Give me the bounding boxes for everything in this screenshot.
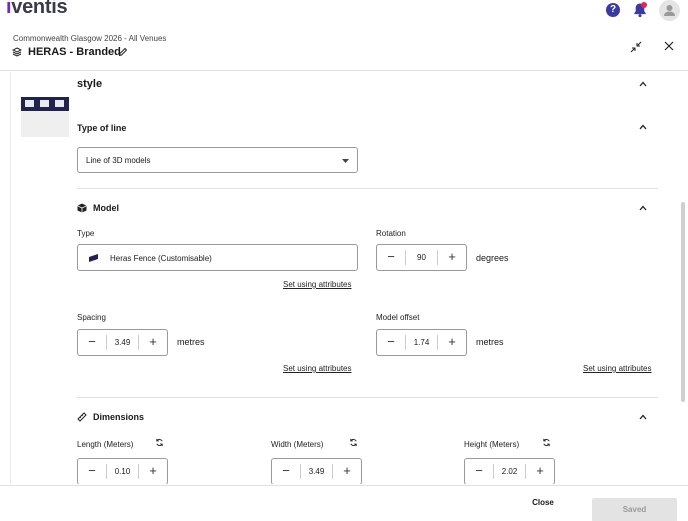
spacing-label: Spacing: [77, 313, 106, 322]
banner-logo: [25, 100, 34, 107]
close-icon[interactable]: [664, 41, 674, 51]
height-increment-button[interactable]: +: [526, 459, 554, 484]
close-button[interactable]: Close: [521, 498, 565, 507]
style-preview-thumbnail: [21, 97, 69, 137]
length-label: Length (Meters): [77, 440, 134, 449]
offset-set-using-attributes-link[interactable]: Set using attributes: [583, 364, 651, 373]
line-type-value: Line of 3D models: [86, 156, 151, 165]
collapse-arrows-icon[interactable]: [630, 41, 642, 53]
spacing-decrement-button[interactable]: −: [78, 330, 106, 355]
spacing-input[interactable]: 3.49: [106, 335, 139, 350]
style-panel: style Type of line Line of 3D models Mod…: [0, 72, 688, 484]
spacing-increment-button[interactable]: +: [139, 330, 167, 355]
cube-icon: [77, 203, 87, 213]
chevron-up-icon[interactable]: [639, 81, 647, 87]
rotation-label: Rotation: [376, 229, 406, 238]
chevron-up-icon[interactable]: [639, 205, 647, 211]
model-section-title: Model: [93, 203, 119, 213]
panel-edge: [10, 72, 11, 484]
width-stepper[interactable]: − 3.49 +: [271, 458, 362, 484]
model-offset-stepper[interactable]: − 1.74 +: [376, 329, 467, 356]
width-decrement-button[interactable]: −: [272, 459, 300, 484]
section-divider: [77, 397, 658, 398]
length-increment-button[interactable]: +: [139, 459, 167, 484]
logo-text: ventis: [11, 0, 68, 18]
rotation-increment-button[interactable]: +: [438, 245, 466, 270]
rotation-input[interactable]: 90: [405, 250, 438, 265]
user-avatar-icon[interactable]: [659, 0, 680, 21]
length-input[interactable]: 0.10: [106, 464, 139, 479]
notification-badge: [641, 2, 647, 8]
refresh-icon[interactable]: [542, 438, 551, 447]
type-set-using-attributes-link[interactable]: Set using attributes: [283, 280, 351, 289]
saved-button[interactable]: Saved: [592, 498, 677, 521]
breadcrumb[interactable]: Commonwealth Glasgow 2026 - All Venues: [13, 34, 166, 43]
width-input[interactable]: 3.49: [300, 464, 333, 479]
layer-title: HERAS - Branded: [28, 46, 121, 58]
ruler-icon: [77, 412, 87, 422]
panel-footer: Close Saved: [0, 485, 688, 521]
spacing-set-using-attributes-link[interactable]: Set using attributes: [283, 364, 351, 373]
layers-icon: [12, 47, 22, 57]
height-decrement-button[interactable]: −: [465, 459, 493, 484]
edit-pencil-icon[interactable]: [118, 47, 128, 57]
rotation-decrement-button[interactable]: −: [377, 245, 405, 270]
type-of-line-title: Type of line: [77, 123, 127, 133]
refresh-icon[interactable]: [349, 438, 358, 447]
scrollbar[interactable]: [681, 202, 685, 402]
model-type-select[interactable]: Heras Fence (Customisable): [77, 244, 358, 271]
height-input[interactable]: 2.02: [493, 464, 526, 479]
app-logo[interactable]: iventis: [6, 0, 68, 19]
height-label: Height (Meters): [464, 440, 520, 449]
offset-decrement-button[interactable]: −: [377, 330, 405, 355]
dropdown-caret-icon: [342, 159, 349, 163]
length-decrement-button[interactable]: −: [78, 459, 106, 484]
chevron-up-icon[interactable]: [639, 124, 647, 130]
banner-logo: [55, 100, 64, 107]
height-stepper[interactable]: − 2.02 +: [464, 458, 555, 484]
spacing-stepper[interactable]: − 3.49 +: [77, 329, 168, 356]
offset-increment-button[interactable]: +: [438, 330, 466, 355]
section-divider: [77, 188, 658, 189]
app-window: iventis ? Commonwealth Glasgow 2026 - Al…: [0, 0, 688, 521]
rotation-stepper[interactable]: − 90 +: [376, 244, 467, 271]
chevron-up-icon[interactable]: [639, 414, 647, 420]
fence-model-icon: [89, 254, 98, 262]
model-type-label: Type: [77, 229, 95, 238]
dimensions-section-title: Dimensions: [93, 412, 145, 422]
width-label: Width (Meters): [271, 440, 324, 449]
layer-header: Commonwealth Glasgow 2026 - All Venues H…: [0, 28, 688, 71]
model-offset-label: Model offset: [376, 313, 420, 322]
width-increment-button[interactable]: +: [333, 459, 361, 484]
spacing-unit: metres: [177, 337, 205, 347]
model-type-value: Heras Fence (Customisable): [110, 254, 212, 263]
fence-banner-preview: [21, 97, 69, 111]
rotation-unit: degrees: [476, 253, 509, 263]
refresh-icon[interactable]: [155, 438, 164, 447]
offset-input[interactable]: 1.74: [405, 335, 438, 350]
person-icon: [664, 5, 675, 16]
top-bar: iventis ?: [0, 0, 688, 24]
length-stepper[interactable]: − 0.10 +: [77, 458, 168, 484]
offset-unit: metres: [476, 337, 504, 347]
line-type-select[interactable]: Line of 3D models: [77, 147, 358, 173]
banner-logo: [40, 100, 49, 107]
help-icon[interactable]: ?: [606, 3, 620, 17]
style-section-title: style: [77, 78, 103, 90]
